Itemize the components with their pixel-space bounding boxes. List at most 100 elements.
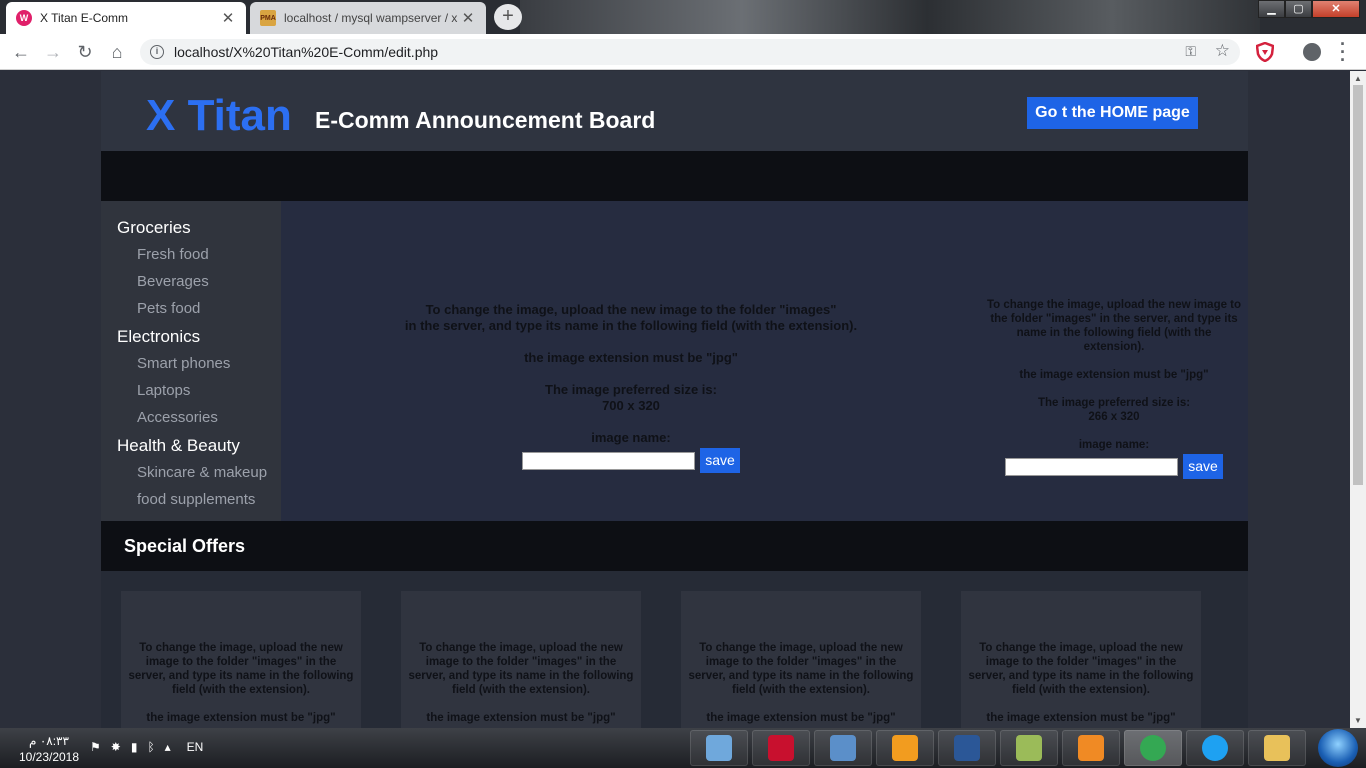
page-title: E-Comm Announcement Board <box>315 107 656 133</box>
taskbar-app-button[interactable] <box>1248 730 1306 766</box>
page-container: X Titan E-Comm Announcement Board Go t t… <box>101 71 1248 728</box>
extension-note: the image extension must be "jpg" <box>1019 369 1209 381</box>
taskbar-app-button[interactable] <box>1062 730 1120 766</box>
scroll-up-icon[interactable]: ▲ <box>1354 74 1362 83</box>
reload-icon[interactable]: ↻ <box>74 41 96 63</box>
size-value: 266 x 320 <box>1088 411 1140 423</box>
network-icon[interactable]: ✸ <box>111 740 121 754</box>
sidebar-category-health-beauty[interactable]: Health & Beauty <box>117 435 281 463</box>
extension-note: the image extension must be "jpg" <box>426 712 616 724</box>
photo-viewer-icon <box>830 735 856 761</box>
word-icon <box>954 735 980 761</box>
browser-toolbar: ← → ↻ ⌂ i localhost/X%20Titan%20E-Comm/e… <box>0 34 1366 70</box>
offer-card: To change the image, upload the new imag… <box>961 591 1201 728</box>
scroll-down-icon[interactable]: ▼ <box>1354 716 1362 725</box>
sublime-text-icon <box>892 735 918 761</box>
home-icon[interactable]: ⌂ <box>106 41 128 63</box>
shield-extension-icon[interactable] <box>1256 42 1274 62</box>
side-image-name-input[interactable] <box>1005 457 1179 476</box>
site-info-icon[interactable]: i <box>150 45 164 59</box>
start-button-icon[interactable] <box>1318 729 1358 767</box>
url-text[interactable]: localhost/X%20Titan%20E-Comm/edit.php <box>174 44 438 60</box>
show-hidden-icons-icon[interactable]: ▴ <box>165 740 171 754</box>
taskbar-app-button[interactable] <box>814 730 872 766</box>
action-center-flag-icon[interactable]: ⚑ <box>90 740 101 754</box>
close-window-button[interactable]: ✕ <box>1312 0 1360 18</box>
home-page-button[interactable]: Go t the HOME page <box>1027 97 1198 129</box>
offer-card: To change the image, upload the new imag… <box>681 591 921 728</box>
taskbar-app-button[interactable] <box>1186 730 1244 766</box>
profile-avatar-icon[interactable] <box>1303 43 1321 61</box>
browser-tab-strip: W X Titan E-Comm ✕ PMA localhost / mysql… <box>0 0 1366 34</box>
sidebar-category-groceries[interactable]: Groceries <box>117 217 281 245</box>
windows-taskbar: ٠٨:٣٣ م 10/23/2018 ⚑ ✸ ▮ ᛒ ▴ EN <box>0 728 1366 768</box>
tab-x-titan[interactable]: W X Titan E-Comm ✕ <box>6 2 246 34</box>
extension-note: the image extension must be "jpg" <box>706 712 896 724</box>
system-clock[interactable]: ٠٨:٣٣ م 10/23/2018 <box>14 733 84 765</box>
upload-form-row: save <box>386 448 876 473</box>
close-tab-icon[interactable]: ✕ <box>220 9 236 27</box>
main-image-uploader: To change the image, upload the new imag… <box>386 302 876 473</box>
site-logo[interactable]: X Titan <box>146 91 292 141</box>
battery-icon[interactable]: ▮ <box>131 740 138 754</box>
scrollbar-thumb[interactable] <box>1353 85 1363 485</box>
side-image-uploader: To change the image, upload the new imag… <box>979 298 1249 479</box>
acrobat-icon <box>768 735 794 761</box>
window-controls: ▁ ▢ ✕ <box>1258 0 1360 18</box>
sidebar-item-skincare-makeup[interactable]: Skincare & makeup <box>137 463 281 490</box>
upload-instructions: To change the image, upload the new imag… <box>968 642 1194 696</box>
language-indicator[interactable]: EN <box>187 740 204 754</box>
sidebar-category-electronics[interactable]: Electronics <box>117 326 281 354</box>
taskbar-app-button[interactable] <box>1124 730 1182 766</box>
upload-instructions: To change the image, upload the new imag… <box>404 302 858 333</box>
system-tray: ⚑ ✸ ▮ ᛒ ▴ EN <box>90 740 203 754</box>
minimize-button[interactable]: ▁ <box>1258 0 1285 18</box>
new-tab-button[interactable]: + <box>494 4 522 30</box>
key-icon[interactable]: ⚿ <box>1185 43 1196 60</box>
tab-title: X Titan E-Comm <box>40 11 129 25</box>
tab-title: localhost / mysql wampserver / x <box>284 11 458 25</box>
special-offers-title: Special Offers <box>124 536 246 556</box>
forward-arrow-icon[interactable]: → <box>42 41 64 63</box>
taskbar-app-button[interactable] <box>690 730 748 766</box>
close-tab-icon[interactable]: ✕ <box>460 9 476 27</box>
upload-form-row: save <box>979 454 1249 479</box>
menu-dots-icon[interactable]: · · · <box>1340 35 1346 69</box>
page-viewport: X Titan E-Comm Announcement Board Go t t… <box>0 71 1350 728</box>
sidebar-item-beverages[interactable]: Beverages <box>137 272 281 299</box>
offers-grid: To change the image, upload the new imag… <box>101 571 1248 728</box>
bluetooth-icon[interactable]: ᛒ <box>147 740 154 754</box>
taskbar-app-button[interactable] <box>752 730 810 766</box>
sidebar-item-fresh-food[interactable]: Fresh food <box>137 245 281 272</box>
main-save-button[interactable]: save <box>700 448 740 473</box>
extension-note: the image extension must be "jpg" <box>524 350 738 365</box>
file-explorer-icon <box>1264 735 1290 761</box>
taskbar-app-button[interactable] <box>876 730 934 766</box>
taskbar-app-button[interactable] <box>938 730 996 766</box>
main-image-name-input[interactable] <box>522 451 696 470</box>
tab-phpmyadmin[interactable]: PMA localhost / mysql wampserver / x ✕ <box>250 2 486 34</box>
banner-editor: To change the image, upload the new imag… <box>281 201 1248 521</box>
size-label: The image preferred size is: <box>545 382 717 397</box>
sidebar-item-food-supplements[interactable]: food supplements <box>137 490 281 517</box>
chrome-icon <box>1140 735 1166 761</box>
category-sidebar: Groceries Fresh food Beverages Pets food… <box>101 201 281 521</box>
address-bar[interactable]: i localhost/X%20Titan%20E-Comm/edit.php … <box>140 39 1240 65</box>
bookmark-star-icon[interactable]: ☆ <box>1215 41 1230 61</box>
side-save-button[interactable]: save <box>1183 454 1223 479</box>
site-header: X Titan E-Comm Announcement Board Go t t… <box>101 71 1248 151</box>
upload-instructions: To change the image, upload the new imag… <box>986 299 1242 353</box>
size-label: The image preferred size is: <box>1037 397 1191 409</box>
top-nav-bar <box>101 151 1248 201</box>
sidebar-item-laptops[interactable]: Laptops <box>137 381 281 408</box>
internet-explorer-icon <box>1202 735 1228 761</box>
page-scrollbar[interactable]: ▲ ▼ <box>1350 71 1366 728</box>
back-arrow-icon[interactable]: ← <box>10 41 32 63</box>
paint-icon <box>706 735 732 761</box>
sidebar-item-pets-food[interactable]: Pets food <box>137 299 281 326</box>
image-name-label: image name: <box>1078 439 1150 451</box>
taskbar-app-button[interactable] <box>1000 730 1058 766</box>
sidebar-item-accessories[interactable]: Accessories <box>137 408 281 435</box>
sidebar-item-smart-phones[interactable]: Smart phones <box>137 354 281 381</box>
maximize-button[interactable]: ▢ <box>1285 0 1312 18</box>
